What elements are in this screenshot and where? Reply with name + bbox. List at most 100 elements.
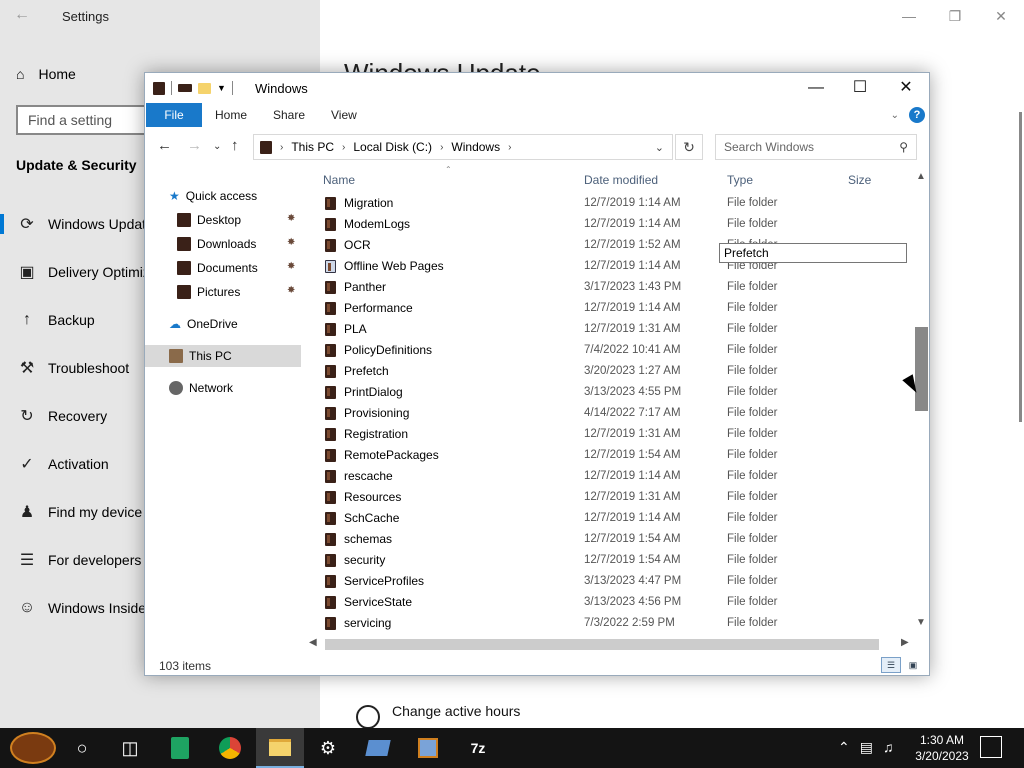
properties-icon[interactable] [178, 84, 192, 92]
breadcrumb-local-disk[interactable]: Local Disk (C:) [353, 140, 432, 154]
find-setting-input[interactable]: Find a setting [16, 105, 156, 135]
close-button[interactable]: ✕ [986, 4, 1016, 28]
table-row[interactable]: Provisioning 4/14/2022 7:17 AM File folder [319, 403, 899, 424]
table-row[interactable]: PLA 12/7/2019 1:31 AM File folder [319, 319, 899, 340]
table-row[interactable]: Migration 12/7/2019 1:14 AM File folder [319, 193, 899, 214]
table-row[interactable]: PrintDialog 3/13/2023 4:55 PM File folder [319, 382, 899, 403]
start-icon[interactable] [10, 732, 56, 764]
file-date: 12/7/2019 1:31 AM [584, 323, 681, 335]
file-date: 3/13/2023 4:55 PM [584, 386, 682, 398]
scroll-up-icon[interactable]: ▲ [916, 171, 926, 182]
details-view-icon[interactable]: ☰ [881, 657, 901, 673]
breadcrumb-this-pc[interactable]: This PC [291, 140, 334, 154]
new-folder-icon[interactable] [198, 82, 211, 94]
maximize-button[interactable]: ☐ [843, 77, 877, 99]
home-nav[interactable]: ⌂ Home [16, 62, 76, 86]
task-view-icon[interactable]: ◫ [116, 734, 144, 762]
navigation-pane: ★ Quick access Desktop ✸ Downloads ✸ Doc… [145, 169, 305, 649]
chevron-right-icon[interactable]: › [342, 142, 345, 153]
refresh-button[interactable]: ↻ [675, 134, 703, 160]
up-icon[interactable]: ↑ [231, 137, 239, 154]
scroll-left-icon[interactable]: ◀ [309, 637, 317, 648]
notification-icon[interactable] [980, 736, 1002, 758]
7zip-icon[interactable]: 7z [464, 734, 492, 762]
back-arrow-icon[interactable]: ← [14, 6, 30, 24]
table-row[interactable]: schemas 12/7/2019 1:54 AM File folder [319, 529, 899, 550]
table-row[interactable]: Resources 12/7/2019 1:31 AM File folder [319, 487, 899, 508]
nav-documents[interactable]: Documents ✸ [177, 257, 305, 279]
table-row[interactable]: security 12/7/2019 1:54 AM File folder [319, 550, 899, 571]
maximize-button[interactable]: ❐ [940, 4, 970, 28]
scroll-down-icon[interactable]: ▼ [916, 617, 926, 628]
close-button[interactable]: ✕ [889, 77, 923, 99]
back-icon[interactable]: ← [157, 137, 172, 154]
chevron-down-icon[interactable]: ▼ [217, 83, 226, 93]
clock[interactable]: 1:30 AM 3/20/2023 [912, 732, 972, 764]
breadcrumb-windows[interactable]: Windows [451, 140, 500, 154]
tab-file[interactable]: File [146, 103, 202, 127]
search-input[interactable]: Search Windows ⚲ [715, 134, 917, 160]
column-header-date[interactable]: Date modified [584, 173, 658, 187]
table-row[interactable]: PolicyDefinitions 7/4/2022 10:41 AM File f… [319, 340, 899, 361]
volume-icon[interactable]: ♫ [883, 739, 894, 756]
address-bar[interactable]: › This PC › Local Disk (C:) › Windows › … [253, 134, 673, 160]
table-row[interactable]: ModemLogs 12/7/2019 1:14 AM File folder [319, 214, 899, 235]
table-row[interactable]: rescache 12/7/2019 1:14 AM File folder [319, 466, 899, 487]
vertical-scrollbar[interactable]: ▲ ▼ [913, 169, 929, 633]
sidebar-item-label: Troubleshoot [48, 360, 130, 376]
file-explorer-icon[interactable] [256, 728, 304, 768]
nav-pictures[interactable]: Pictures ✸ [177, 281, 305, 303]
search-icon[interactable]: ⚲ [899, 135, 908, 159]
nav-onedrive[interactable]: ☁ OneDrive [169, 313, 238, 335]
file-type: File folder [727, 386, 778, 398]
nav-this-pc[interactable]: This PC [145, 345, 301, 367]
table-row[interactable]: ServiceProfiles 3/13/2023 4:47 PM File fol… [319, 571, 899, 592]
table-row[interactable]: servicing 7/3/2022 2:59 PM File folder [319, 613, 899, 634]
backup-icon: ↑ [23, 311, 31, 328]
help-icon[interactable]: ? [909, 107, 925, 123]
tab-share[interactable]: Share [263, 103, 315, 127]
column-header-size[interactable]: Size [848, 173, 871, 187]
table-row[interactable]: Prefetch 3/20/2023 1:27 AM File folder [319, 361, 899, 382]
chrome-icon[interactable] [216, 734, 244, 762]
tab-home[interactable]: Home [205, 103, 257, 127]
table-row[interactable]: RemotePackages 12/7/2019 1:54 AM File fold… [319, 445, 899, 466]
scroll-thumb[interactable] [915, 327, 928, 411]
tab-view[interactable]: View [321, 103, 367, 127]
scroll-right-icon[interactable]: ▶ [901, 637, 909, 648]
table-row[interactable]: ServiceState 3/13/2023 4:56 PM File folder [319, 592, 899, 613]
chevron-right-icon[interactable]: › [440, 142, 443, 153]
forward-icon[interactable]: → [187, 137, 202, 154]
cortana-icon[interactable]: ○ [68, 734, 96, 762]
chevron-up-icon[interactable]: ⌃ [838, 739, 850, 756]
file-explorer-window: ▼ Windows — ☐ ✕ File Home Share View ⌄ ?… [144, 72, 930, 676]
network-icon[interactable]: ▤ [860, 739, 873, 756]
nav-quick-access[interactable]: ★ Quick access [169, 185, 257, 207]
chevron-right-icon[interactable]: › [508, 142, 511, 153]
minimize-button[interactable]: — [894, 4, 924, 28]
large-icons-view-icon[interactable]: ▣ [903, 657, 923, 673]
column-header-name[interactable]: Name [323, 173, 355, 187]
recent-chevron-icon[interactable]: ⌄ [213, 141, 221, 152]
address-dropdown-icon[interactable]: ⌄ [655, 141, 664, 154]
table-row[interactable]: Performance 12/7/2019 1:14 AM File folder [319, 298, 899, 319]
nav-downloads[interactable]: Downloads ✸ [177, 233, 305, 255]
nav-network[interactable]: Network [169, 377, 233, 399]
nav-desktop[interactable]: Desktop ✸ [177, 209, 305, 231]
column-header-type[interactable]: Type [727, 173, 753, 187]
scroll-thumb[interactable] [325, 639, 879, 650]
chevron-right-icon[interactable]: › [280, 142, 283, 153]
settings-scrollbar[interactable] [1019, 112, 1022, 422]
sheets-icon[interactable] [166, 734, 194, 762]
minimize-button[interactable]: — [799, 77, 833, 99]
table-row[interactable]: SchCache 12/7/2019 1:14 AM File folder [319, 508, 899, 529]
change-active-hours-link[interactable]: Change active hours [392, 703, 520, 719]
app-icon[interactable] [364, 734, 392, 762]
table-row[interactable]: Panther 3/17/2023 1:43 PM File folder [319, 277, 899, 298]
horizontal-scrollbar[interactable]: ◀ ▶ [305, 637, 913, 651]
home-icon: ⌂ [16, 66, 25, 82]
table-row[interactable]: Registration 12/7/2019 1:31 AM File folder [319, 424, 899, 445]
expand-ribbon-icon[interactable]: ⌄ [891, 110, 899, 121]
settings-icon[interactable]: ⚙ [314, 734, 342, 762]
app2-icon[interactable] [414, 734, 442, 762]
